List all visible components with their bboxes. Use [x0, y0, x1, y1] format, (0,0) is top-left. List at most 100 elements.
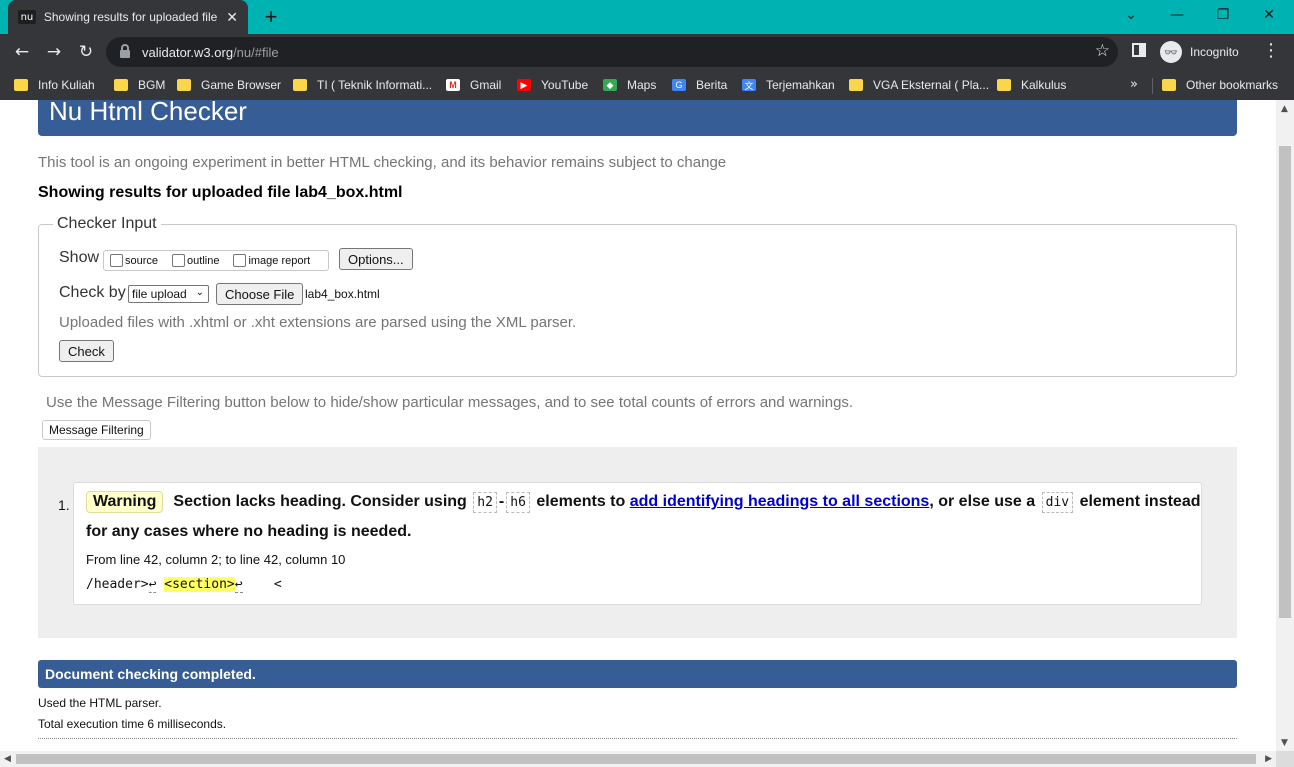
- scrollbar-corner: [1276, 751, 1294, 767]
- minimize-button[interactable]: —: [1154, 0, 1200, 30]
- choose-file-button[interactable]: Choose File: [216, 283, 304, 305]
- reload-icon[interactable]: ↻: [74, 40, 98, 64]
- tab-close-icon[interactable]: ✕: [226, 9, 238, 26]
- extract-highlight: <section>: [164, 577, 235, 592]
- bookmark-info-kuliah[interactable]: Info Kuliah: [14, 76, 95, 94]
- browser-menu-icon[interactable]: ⋮: [1262, 40, 1280, 61]
- line-break-icon: ↩: [234, 577, 243, 593]
- checkbox-label: source: [125, 254, 159, 267]
- incognito-label: Incognito: [1190, 45, 1239, 59]
- extract-before: /header>: [86, 577, 149, 592]
- completion-banner: Document checking completed.: [38, 660, 1237, 688]
- extract-after: <: [273, 577, 282, 592]
- scroll-down-icon[interactable]: ▼: [1281, 738, 1288, 748]
- checkbox-box[interactable]: [172, 254, 186, 267]
- bookmark-label: Berita: [696, 78, 728, 92]
- browser-toolbar: ← → ↻ validator.w3.org/nu/#file ☆ 👓 Inco…: [0, 34, 1294, 70]
- headings-help-link[interactable]: add identifying headings to all sections: [630, 493, 930, 511]
- translate-icon: 文: [742, 79, 756, 91]
- maps-icon: ◆: [603, 79, 617, 91]
- bookmark-label: YouTube: [541, 78, 589, 92]
- source-extract: /header>↩ <section>↩ <: [86, 577, 282, 593]
- tab-favicon-icon: nu: [18, 10, 36, 24]
- page-viewport: Nu Html Checker This tool is an ongoing …: [0, 100, 1276, 751]
- bookmark-maps[interactable]: ◆ Maps: [603, 76, 656, 94]
- bookmark-youtube[interactable]: ▶ YouTube: [517, 76, 588, 94]
- code-h6: h6: [506, 491, 530, 513]
- code-dash: -: [498, 493, 505, 510]
- restore-button[interactable]: ❐: [1200, 0, 1246, 30]
- scroll-up-icon[interactable]: ▲: [1281, 104, 1288, 114]
- bookmark-star-icon[interactable]: ☆: [1095, 41, 1110, 61]
- tab-search-icon[interactable]: ⌄: [1108, 0, 1154, 30]
- bookmark-label: Game Browser: [201, 78, 282, 92]
- parser-note: Uploaded files with .xhtml or .xht exten…: [59, 314, 577, 331]
- horizontal-scrollbar[interactable]: ◀ ▶: [0, 751, 1276, 767]
- tab-title: Showing results for uploaded file lab4_b…: [43, 10, 218, 24]
- bookmark-vga[interactable]: VGA Eksternal ( Pla...: [849, 76, 989, 94]
- bookmark-label: VGA Eksternal ( Pla...: [873, 78, 990, 92]
- scroll-right-icon[interactable]: ▶: [1265, 754, 1272, 764]
- side-panel-icon[interactable]: [1132, 43, 1146, 57]
- new-tab-button[interactable]: +: [258, 4, 284, 30]
- image-report-checkbox[interactable]: image report: [227, 254, 310, 267]
- forward-arrow-icon[interactable]: →: [42, 40, 66, 64]
- bookmark-bgm[interactable]: BGM: [114, 76, 165, 94]
- results-list: 1. Warning Section lacks heading. Consid…: [38, 447, 1237, 638]
- checkbox-box[interactable]: [110, 254, 123, 267]
- horizontal-scroll-thumb[interactable]: [16, 754, 1256, 764]
- options-button[interactable]: Options...: [339, 248, 413, 270]
- folder-icon: [849, 79, 863, 91]
- intro-text: This tool is an ongoing experiment in be…: [38, 154, 727, 171]
- checker-input-legend: Checker Input: [53, 215, 161, 233]
- checkbox-label: outline: [187, 254, 220, 267]
- bookmark-label: BGM: [138, 78, 166, 92]
- message-text: elements to: [536, 493, 626, 510]
- bookmarks-overflow-icon[interactable]: »: [1130, 77, 1138, 92]
- bookmark-terjemahkan[interactable]: 文 Terjemahkan: [742, 76, 835, 94]
- bookmarks-bar: Info Kuliah BGM Game Browser TI ( Teknik…: [0, 70, 1294, 100]
- code-div: div: [1041, 491, 1074, 513]
- warning-message: Warning Section lacks heading. Consider …: [73, 482, 1202, 605]
- bookmark-ti[interactable]: TI ( Teknik Informati...: [293, 76, 432, 94]
- back-arrow-icon[interactable]: ←: [10, 40, 34, 64]
- checkby-select[interactable]: file upload ⌄: [128, 285, 209, 303]
- chosen-filename: lab4_box.html: [305, 287, 380, 301]
- message-number: 1.: [58, 497, 70, 513]
- bookmark-kalkulus[interactable]: Kalkulus: [997, 76, 1066, 94]
- source-checkbox[interactable]: source: [104, 254, 158, 267]
- incognito-indicator[interactable]: 👓 Incognito: [1160, 41, 1239, 63]
- bookmark-label: TI ( Teknik Informati...: [317, 78, 433, 92]
- bookmark-game-browser[interactable]: Game Browser: [177, 76, 281, 94]
- check-button[interactable]: Check: [59, 340, 114, 362]
- address-bar[interactable]: validator.w3.org/nu/#file ☆: [106, 37, 1118, 67]
- vertical-scrollbar[interactable]: ▲ ▼: [1276, 100, 1294, 751]
- window-close-button[interactable]: ✕: [1246, 0, 1292, 30]
- bookmark-berita[interactable]: G Berita: [672, 76, 727, 94]
- show-label: Show: [59, 249, 100, 266]
- bookmark-label: Maps: [627, 78, 657, 92]
- message-text: Section lacks heading. Consider using: [173, 493, 467, 510]
- message-text: , or else use a: [929, 493, 1036, 510]
- bookmark-gmail[interactable]: M Gmail: [446, 76, 501, 94]
- bookmarks-divider: [1152, 78, 1153, 94]
- outline-checkbox[interactable]: outline: [166, 254, 219, 267]
- message-filtering-button[interactable]: Message Filtering: [42, 420, 151, 440]
- checkby-label: Check by: [59, 284, 126, 301]
- lock-icon[interactable]: [120, 44, 130, 58]
- checkbox-box[interactable]: [233, 254, 247, 267]
- url-host: validator.w3.org: [142, 44, 234, 60]
- folder-icon: [997, 79, 1011, 91]
- gmail-icon: M: [446, 79, 460, 91]
- checkby-value: file upload: [132, 287, 187, 301]
- folder-icon: [293, 79, 307, 91]
- scroll-left-icon[interactable]: ◀: [4, 754, 11, 764]
- vertical-scroll-thumb[interactable]: [1279, 146, 1291, 618]
- browser-titlebar: nu Showing results for uploaded file lab…: [0, 0, 1294, 34]
- other-bookmarks[interactable]: Other bookmarks: [1162, 76, 1278, 94]
- message-text: element instead: [1079, 493, 1201, 510]
- youtube-icon: ▶: [517, 79, 531, 91]
- execution-time: Total execution time 6 milliseconds.: [38, 717, 227, 731]
- bookmark-label: Other bookmarks: [1186, 78, 1279, 92]
- browser-tab[interactable]: nu Showing results for uploaded file lab…: [8, 0, 248, 34]
